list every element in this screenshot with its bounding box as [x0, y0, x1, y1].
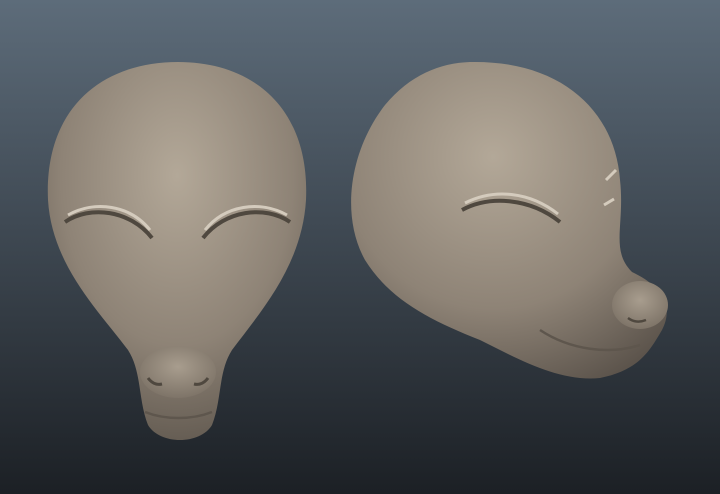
nose: [140, 346, 216, 398]
viewport-render: [0, 0, 720, 494]
